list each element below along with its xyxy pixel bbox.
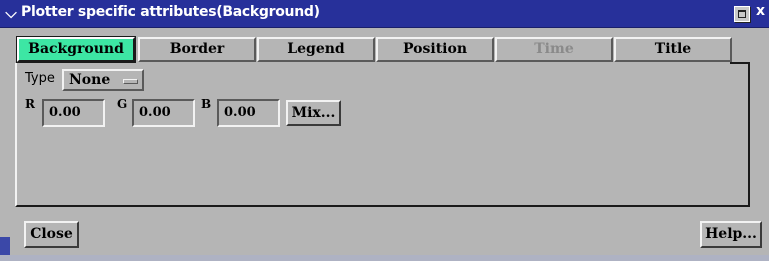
window-title: Plotter specific attributes(Background) [21,4,320,20]
g-label: G [117,97,128,111]
tab-label: Title [654,41,692,57]
tab-label: Border [169,41,225,57]
chevron-down-icon[interactable]: ⌵ [3,5,19,21]
tab-background[interactable]: Background [16,36,136,63]
desktop-background [0,255,769,261]
maximize-icon[interactable] [734,6,750,22]
tab-position[interactable]: Position [376,37,494,62]
r-field[interactable]: 0.00 [42,99,105,127]
option-menu-indicator-icon [123,79,138,84]
type-value: None [69,72,111,88]
b-field[interactable]: 0.00 [217,99,280,127]
type-label: Type [25,71,55,86]
tab-label: Background [28,41,124,57]
b-label: B [201,97,212,111]
title-bar[interactable]: ⌵ Plotter specific attributes(Background… [0,0,769,28]
panel-border [730,62,750,64]
help-button[interactable]: Help... [700,221,762,248]
window-edge [0,237,10,255]
tab-label: Legend [287,41,345,57]
r-label: R [25,97,35,111]
tab-label: Time [534,41,574,57]
close-icon[interactable]: x [756,3,765,19]
tab-title[interactable]: Title [614,37,732,62]
type-option-menu[interactable]: None [62,69,144,91]
tab-legend[interactable]: Legend [257,37,375,62]
tab-time: Time [495,37,613,62]
mix-button[interactable]: Mix... [286,100,341,126]
tab-border[interactable]: Border [138,37,256,62]
tab-label: Position [403,41,467,57]
close-button[interactable]: Close [24,221,79,248]
g-field[interactable]: 0.00 [132,99,195,127]
dialog-window: ⌵ Plotter specific attributes(Background… [0,0,769,255]
